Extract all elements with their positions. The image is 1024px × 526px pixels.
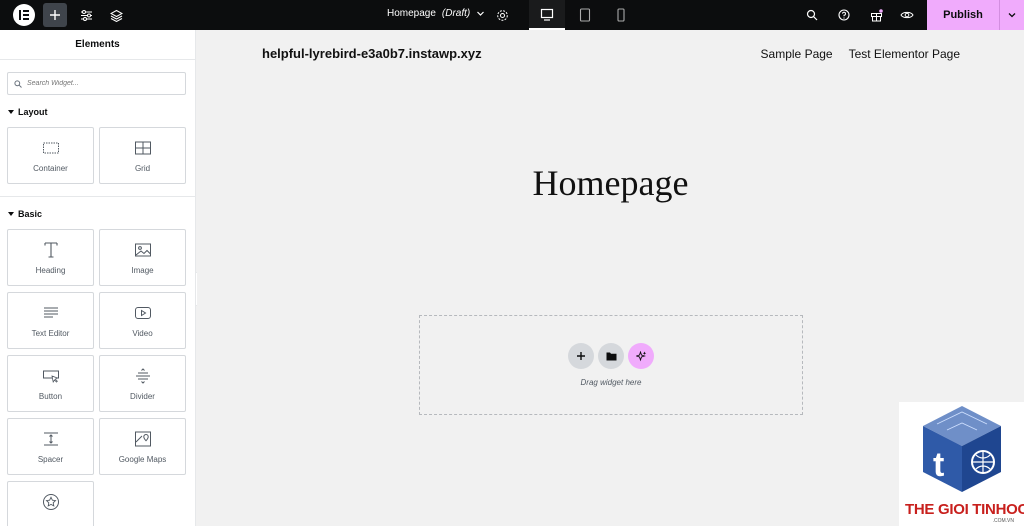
svg-text:t: t	[933, 446, 944, 484]
document-name: Homepage	[387, 8, 436, 19]
search-widget-input[interactable]	[27, 80, 177, 87]
divider-icon	[135, 368, 150, 384]
widget-label: Grid	[134, 164, 151, 173]
spacer-icon	[43, 432, 58, 446]
tablet-view-icon[interactable]	[567, 0, 603, 30]
widget-label: Button	[38, 392, 63, 401]
widget-heading[interactable]: Heading	[7, 229, 94, 286]
widget-label: Text Editor	[31, 329, 70, 338]
chevron-down-icon	[477, 11, 485, 16]
caret-down-icon	[8, 212, 14, 216]
widget-container[interactable]: Container	[7, 127, 94, 184]
site-title[interactable]: helpful-lyrebird-e3a0b7.instawp.xyz	[262, 46, 482, 61]
panel-title: Elements	[0, 30, 195, 60]
widget-icon[interactable]	[7, 481, 94, 526]
folder-icon	[606, 352, 616, 361]
menu-item-test-elementor-page[interactable]: Test Elementor Page	[849, 47, 960, 61]
add-template-button[interactable]	[598, 343, 624, 369]
document-status: (Draft)	[441, 8, 471, 19]
widget-label: Video	[132, 329, 153, 338]
dropzone-actions	[568, 343, 654, 369]
widget-grid[interactable]: Grid	[99, 127, 186, 184]
watermark-text: THE GIOI TINHOC	[905, 501, 1024, 518]
top-bar: Homepage (Draft) Publish	[0, 0, 1024, 30]
whats-new-gift-icon[interactable]	[864, 3, 888, 27]
category-layout[interactable]: Layout	[8, 107, 48, 117]
plus-icon	[577, 352, 585, 360]
cube-logo-icon: t	[922, 406, 1001, 492]
watermark-subtext: .COM.VN	[992, 518, 1014, 524]
desktop-view-icon[interactable]	[529, 0, 565, 30]
help-icon[interactable]	[832, 3, 856, 27]
site-nav-menu: Sample Page Test Elementor Page	[761, 47, 960, 61]
category-label: Basic	[18, 209, 43, 219]
container-icon	[42, 142, 59, 154]
widget-image[interactable]: Image	[99, 229, 186, 286]
widget-label: Google Maps	[118, 455, 167, 464]
page-settings-gear-icon[interactable]	[490, 3, 514, 27]
widget-search[interactable]	[7, 72, 186, 95]
structure-layers-icon[interactable]	[104, 3, 128, 27]
caret-down-icon	[8, 110, 14, 114]
publish-button[interactable]: Publish	[927, 0, 999, 30]
heading-icon	[43, 242, 58, 258]
menu-item-sample-page[interactable]: Sample Page	[761, 47, 833, 61]
publish-options-button[interactable]	[999, 0, 1024, 30]
category-label: Layout	[18, 107, 48, 117]
mobile-view-icon[interactable]	[603, 0, 639, 30]
button-icon	[42, 370, 59, 384]
widget-button[interactable]: Button	[7, 355, 94, 412]
map-icon	[134, 431, 151, 447]
elementor-logo-icon[interactable]	[13, 4, 35, 26]
widget-divider[interactable]: Divider	[99, 355, 186, 412]
watermark-logo: t THE GIOI TINHOC .COM.VN	[899, 402, 1024, 526]
search-icon	[14, 79, 22, 88]
widget-label: Heading	[35, 266, 66, 275]
widget-label: Divider	[130, 392, 155, 401]
ai-sparkle-icon	[635, 350, 646, 361]
video-icon	[134, 307, 151, 319]
site-settings-icon[interactable]	[74, 3, 98, 27]
dropzone-hint: Drag widget here	[580, 378, 642, 387]
search-icon[interactable]	[800, 3, 824, 27]
widget-video[interactable]: Video	[99, 292, 186, 349]
widget-label: Image	[131, 266, 154, 275]
category-basic[interactable]: Basic	[8, 209, 42, 219]
widget-spacer[interactable]: Spacer	[7, 418, 94, 475]
ai-generate-button[interactable]	[628, 343, 654, 369]
chevron-down-icon	[1008, 13, 1016, 18]
grid-icon	[134, 141, 151, 155]
text-editor-icon	[43, 307, 58, 318]
elements-panel: Elements Layout Container Grid Basic Hea…	[0, 30, 196, 526]
widget-label: Container	[33, 164, 68, 173]
star-icon	[42, 494, 59, 510]
widget-dropzone[interactable]: Drag widget here	[419, 315, 803, 415]
category-divider	[0, 196, 195, 197]
add-section-button[interactable]	[568, 343, 594, 369]
preview-eye-icon[interactable]	[895, 3, 919, 27]
widget-label: Spacer	[37, 455, 64, 464]
page-heading[interactable]: Homepage	[197, 162, 1024, 204]
widget-text-editor[interactable]: Text Editor	[7, 292, 94, 349]
image-icon	[134, 243, 151, 257]
add-element-button[interactable]	[43, 3, 67, 27]
widget-google-maps[interactable]: Google Maps	[99, 418, 186, 475]
document-title[interactable]: Homepage (Draft)	[387, 8, 485, 19]
